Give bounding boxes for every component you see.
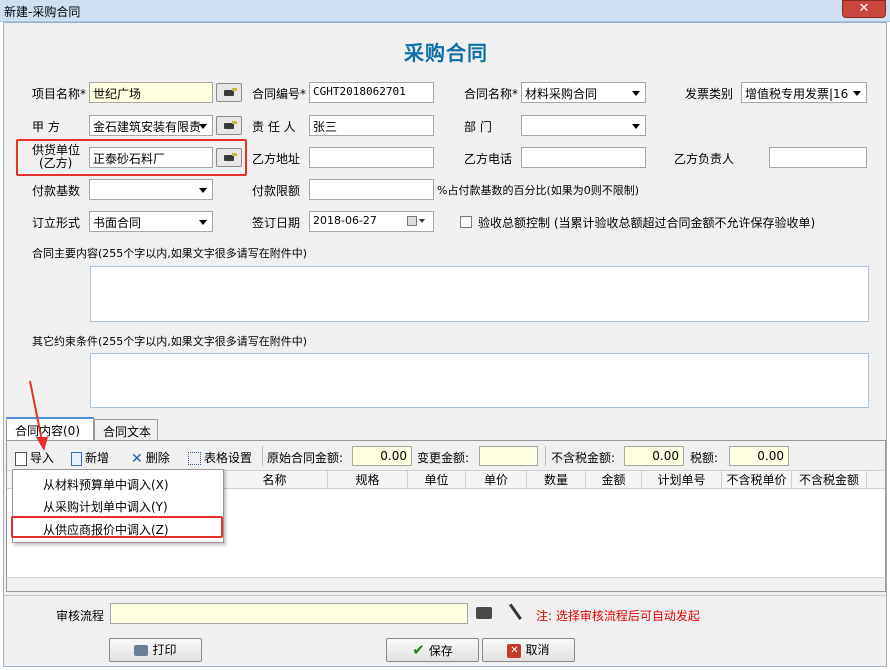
import-label: 导入 bbox=[30, 451, 55, 465]
audit-field[interactable] bbox=[110, 603, 468, 624]
audit-note: 注: 选择审核流程后可自动发起 bbox=[536, 609, 700, 623]
acceptance-checkbox[interactable] bbox=[460, 216, 472, 228]
column-header[interactable]: 不含税单价 bbox=[722, 471, 792, 489]
party-a-picker-icon[interactable] bbox=[216, 116, 242, 135]
save-label: 保存 bbox=[428, 644, 453, 658]
form-type-label: 订立形式 bbox=[32, 216, 81, 230]
title-bar: 新建-采购合同 ✕ bbox=[0, 0, 890, 22]
column-header[interactable]: 计划单号 bbox=[642, 471, 722, 489]
table-settings-label: 表格设置 bbox=[204, 451, 253, 465]
column-header[interactable]: 单位 bbox=[408, 471, 466, 489]
party-a-label: 甲 方 bbox=[32, 120, 60, 134]
pay-limit-label: 付款限额 bbox=[252, 184, 301, 198]
dept-label: 部 门 bbox=[464, 120, 492, 134]
printer-icon bbox=[134, 645, 149, 656]
pay-limit-hint: %占付款基数的百分比(如果为0则不限制) bbox=[437, 184, 640, 197]
cancel-x-icon: ✕ bbox=[507, 643, 522, 658]
contract-no-label: 合同编号* bbox=[252, 87, 307, 101]
calendar-icon[interactable] bbox=[407, 216, 417, 226]
cancel-label: 取消 bbox=[525, 643, 550, 657]
project-field[interactable]: 世纪广场 bbox=[89, 82, 213, 103]
dept-select[interactable] bbox=[521, 115, 646, 136]
supplier-field[interactable]: 正泰砂石料厂 bbox=[89, 147, 213, 168]
responsible-label: 责 任 人 bbox=[252, 120, 296, 134]
tax-field[interactable]: 0.00 bbox=[729, 446, 789, 466]
notax-amount-field[interactable]: 0.00 bbox=[624, 446, 684, 466]
delete-button[interactable]: ✕ 删除 bbox=[131, 447, 170, 467]
orig-amount-label: 原始合同金额: bbox=[267, 451, 344, 465]
column-header[interactable]: 单价 bbox=[466, 471, 527, 489]
party-b-phone-label: 乙方电话 bbox=[464, 152, 513, 166]
add-label: 新增 bbox=[85, 451, 110, 465]
checkmark-icon: ✔ bbox=[412, 641, 425, 659]
form-type-select[interactable]: 书面合同 bbox=[89, 211, 213, 232]
main-content-label: 合同主要内容(255个字以内,如果文字很多请写在附件中) bbox=[32, 247, 308, 260]
horizontal-scrollbar[interactable] bbox=[7, 577, 885, 591]
print-label: 打印 bbox=[152, 643, 177, 657]
menu-item-from-plan[interactable]: 从采购计划单中调入(Y) bbox=[43, 498, 168, 515]
close-x-icon: ✕ bbox=[131, 450, 143, 467]
tax-label: 税额: bbox=[690, 451, 719, 465]
supplier-label-sub: (乙方) bbox=[39, 156, 73, 170]
contract-name-label: 合同名称* bbox=[464, 87, 519, 101]
delete-label: 删除 bbox=[145, 451, 170, 465]
supplier-picker-icon[interactable] bbox=[216, 148, 242, 167]
project-picker-icon[interactable] bbox=[216, 83, 242, 102]
orig-amount-field[interactable]: 0.00 bbox=[352, 446, 412, 466]
party-b-phone-field[interactable] bbox=[521, 147, 646, 168]
party-a-select[interactable]: 金石建筑安装有限责 bbox=[89, 115, 213, 136]
column-header[interactable]: 名称 bbox=[222, 471, 328, 489]
print-button[interactable]: 打印 bbox=[109, 638, 202, 662]
add-button[interactable]: 新增 bbox=[71, 447, 109, 467]
brush-icon[interactable] bbox=[502, 599, 528, 625]
change-amount-label: 变更金额: bbox=[417, 451, 470, 465]
table-settings-button[interactable]: 表格设置 bbox=[188, 447, 252, 467]
page-title: 采购合同 bbox=[404, 41, 488, 65]
party-b-manager-field[interactable] bbox=[769, 147, 867, 168]
toolbar: 导入 新增 ✕ 删除 表格设置 原始合同金额: 0.00 变更金额: 不含税金额:… bbox=[7, 441, 885, 471]
import-icon bbox=[15, 451, 27, 466]
audit-label: 审核流程 bbox=[56, 609, 105, 623]
chevron-down-icon[interactable] bbox=[419, 219, 425, 223]
column-header[interactable]: 不含税金额 bbox=[792, 471, 867, 489]
project-label: 项目名称* bbox=[32, 87, 87, 101]
save-button[interactable]: ✔ 保存 bbox=[386, 638, 479, 662]
invoice-type-select[interactable]: 增值税专用发票|16 bbox=[741, 82, 867, 103]
other-terms-label: 其它约束条件(255个字以内,如果文字很多请写在附件中) bbox=[32, 335, 308, 348]
party-b-address-label: 乙方地址 bbox=[252, 152, 301, 166]
main-content-textarea[interactable] bbox=[90, 266, 869, 322]
party-b-address-field[interactable] bbox=[309, 147, 434, 168]
contract-name-select[interactable]: 材料采购合同 bbox=[521, 82, 646, 103]
pay-base-label: 付款基数 bbox=[32, 184, 81, 198]
other-terms-textarea[interactable] bbox=[90, 353, 869, 408]
contract-no-field[interactable]: CGHT2018062701 bbox=[309, 82, 434, 103]
toolbar-divider bbox=[262, 446, 263, 466]
picker-icon[interactable] bbox=[476, 607, 492, 619]
change-amount-field[interactable] bbox=[479, 446, 538, 466]
invoice-type-label: 发票类别 bbox=[685, 87, 734, 101]
sign-date-label: 签订日期 bbox=[252, 216, 301, 230]
arrow-icon bbox=[29, 380, 48, 451]
responsible-field[interactable]: 张三 bbox=[309, 115, 434, 136]
close-button[interactable]: ✕ bbox=[842, 0, 886, 18]
divider bbox=[4, 595, 886, 596]
grid-icon bbox=[188, 452, 201, 465]
window-title: 新建-采购合同 bbox=[4, 5, 81, 19]
toolbar-divider bbox=[545, 446, 546, 466]
pay-base-select[interactable] bbox=[89, 179, 213, 200]
tab-contract-text[interactable]: 合同文本 bbox=[94, 419, 158, 441]
notax-amount-label: 不含税金额: bbox=[551, 451, 616, 465]
new-doc-icon bbox=[71, 451, 82, 466]
column-header[interactable]: 规格 bbox=[328, 471, 408, 489]
column-header[interactable]: 数量 bbox=[527, 471, 586, 489]
acceptance-label: 验收总额控制 (当累计验收总额超过合同金额不允许保存验收单) bbox=[478, 216, 816, 230]
contract-form: 采购合同 项目名称* 世纪广场 合同编号* CGHT2018062701 合同名… bbox=[3, 22, 887, 667]
party-b-manager-label: 乙方负责人 bbox=[674, 152, 735, 166]
column-header[interactable]: 金额 bbox=[586, 471, 642, 489]
quotation-highlight bbox=[11, 516, 223, 538]
pay-limit-field[interactable] bbox=[309, 179, 434, 200]
cancel-button[interactable]: ✕ 取消 bbox=[482, 638, 575, 662]
menu-item-from-budget[interactable]: 从材料预算单中调入(X) bbox=[43, 476, 169, 493]
